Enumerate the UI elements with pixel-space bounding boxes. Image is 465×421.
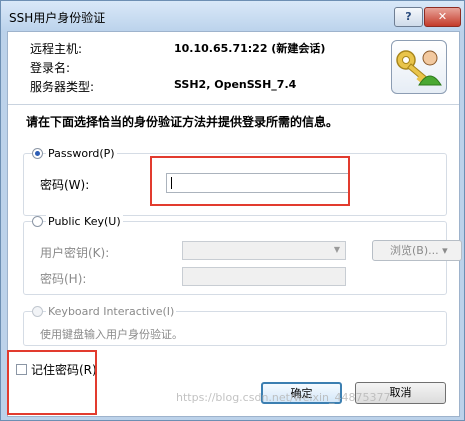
- password-field-label: 密码(W):: [40, 178, 90, 192]
- password-radio[interactable]: [32, 148, 43, 159]
- browse-button[interactable]: 浏览(B)... ▾: [372, 240, 462, 261]
- keyboard-interactive-label: Keyboard Interactive(I): [46, 305, 177, 318]
- key-user-icon: [391, 40, 447, 94]
- annotation-highlight-remember: [7, 350, 97, 415]
- help-button[interactable]: ?: [394, 7, 423, 27]
- public-key-radio[interactable]: [32, 216, 43, 227]
- instruction-text: 请在下面选择恰当的身份验证方法并提供登录所需的信息。: [26, 115, 339, 129]
- watermark: https://blog.csdn.net/weixin_44875377: [176, 391, 391, 404]
- keyboard-interactive-group: Keyboard Interactive(I) 使用键盘输入用户身份验证。: [23, 305, 447, 346]
- password-option[interactable]: Password(P): [32, 147, 117, 160]
- keyboard-interactive-option[interactable]: Keyboard Interactive(I): [32, 305, 177, 318]
- login-name-label: 登录名:: [30, 61, 71, 75]
- user-key-label: 用户密钥(K):: [40, 246, 110, 260]
- password-option-label: Password(P): [46, 147, 117, 160]
- annotation-highlight-password: [150, 156, 350, 206]
- window-title: SSH用户身份验证: [9, 11, 106, 25]
- keyboard-interactive-radio[interactable]: [32, 306, 43, 317]
- title-bar[interactable]: SSH用户身份验证 ? ✕: [1, 1, 464, 31]
- public-key-option[interactable]: Public Key(U): [32, 215, 123, 228]
- close-button[interactable]: ✕: [424, 7, 461, 27]
- user-key-combo[interactable]: ▼: [182, 241, 346, 260]
- header-separator: [8, 104, 459, 105]
- server-type-label: 服务器类型:: [30, 80, 95, 94]
- server-type-value: SSH2, OpenSSH_7.4: [174, 78, 297, 91]
- remote-host-value: 10.10.65.71:22 (新建会话): [174, 42, 326, 55]
- public-key-group: Public Key(U) 用户密钥(K): ▼ 浏览(B)... ▾ 密码(H…: [23, 215, 462, 295]
- ssh-auth-dialog: SSH用户身份验证 ? ✕ 远程主机: 10.10.65.71:22 (新建会话…: [0, 0, 465, 421]
- public-key-option-label: Public Key(U): [46, 215, 123, 228]
- chevron-down-icon: ▼: [333, 245, 340, 254]
- passphrase-input[interactable]: [182, 267, 346, 286]
- keyboard-interactive-description: 使用键盘输入用户身份验证。: [40, 328, 183, 341]
- remote-host-label: 远程主机:: [30, 42, 83, 56]
- passphrase-label: 密码(H):: [40, 272, 87, 286]
